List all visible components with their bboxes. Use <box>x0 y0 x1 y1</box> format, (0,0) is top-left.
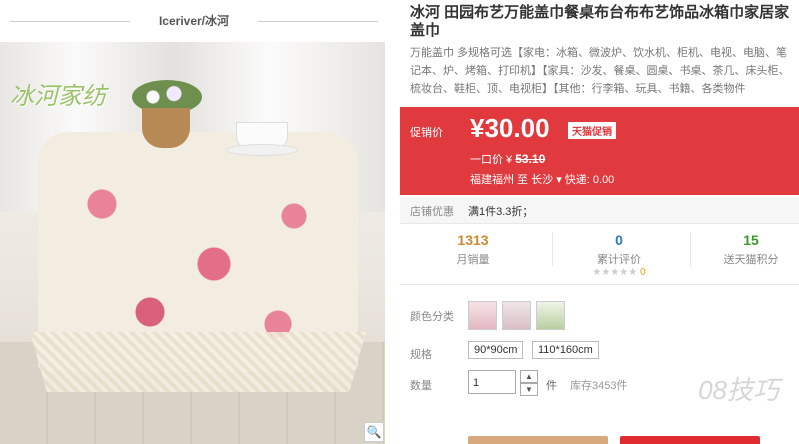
size-label: 规格 <box>410 349 432 361</box>
brand-header: Iceriver/冰河 <box>0 0 388 40</box>
basket <box>142 108 190 148</box>
reviews[interactable]: 0 累计评价 ★★★★★ 0 <box>564 232 674 278</box>
watermark: 08技巧 <box>698 375 779 405</box>
reviews-label: 累计评价 <box>597 254 641 266</box>
reviews-count: 0 <box>615 232 623 248</box>
points: 15 送天猫积分 <box>706 232 796 267</box>
size-option[interactable]: 110*160cm <box>532 341 599 359</box>
sales-label: 月销量 <box>456 254 490 266</box>
color-swatch-2[interactable] <box>502 301 531 330</box>
color-swatch-1[interactable] <box>468 301 497 330</box>
sales-count: 1313 <box>457 232 489 248</box>
ship-fee: 快递: 0.00 <box>564 174 615 186</box>
price-panel: 促销价 ¥30.00 天猫促销 一口价 ¥ 53.10 福建福州 至 长沙 ▾ … <box>400 107 799 195</box>
promo-price: ¥30.00 <box>470 113 550 143</box>
ship-to-select[interactable]: 长沙 ▾ <box>531 174 562 186</box>
add-to-cart-button[interactable] <box>620 436 760 444</box>
monthly-sales: 1313 月销量 <box>418 232 528 267</box>
buy-now-button[interactable] <box>468 436 608 444</box>
product-info: 冰河 田园布艺万能盖巾餐桌布台布布艺饰品冰箱巾家居家盖巾 万能盖巾 多规格可选【… <box>400 0 799 444</box>
stats-bar: 1313 月销量 0 累计评价 ★★★★★ 0 15 送天猫积分 <box>400 226 799 285</box>
points-count: 15 <box>743 232 759 248</box>
divider-line <box>10 21 130 22</box>
color-label: 颜色分类 <box>410 311 454 323</box>
lace-trim <box>30 332 366 392</box>
original-price-label: 一口价 ¥ <box>470 154 513 166</box>
brand-name: Iceriver/冰河 <box>158 14 230 28</box>
product-title: 冰河 田园布艺万能盖巾餐桌布台布布艺饰品冰箱巾家居家盖巾 <box>410 4 790 39</box>
decrement-button[interactable]: ▼ <box>520 383 538 396</box>
points-label: 送天猫积分 <box>723 254 779 266</box>
chevron-down-icon: ▾ <box>556 174 562 186</box>
brand-logo: 冰河家纺 <box>10 82 106 110</box>
product-gallery: Iceriver/冰河 冰河家纺 🔍 <box>0 0 388 444</box>
stock-info: 库存3453件 <box>570 380 628 392</box>
promo-label: 店铺优惠 <box>410 206 454 218</box>
quantity-unit: 件 <box>546 380 557 392</box>
divider <box>552 232 553 266</box>
promo-price-label: 促销价 <box>410 127 443 139</box>
original-price: 一口价 ¥ 53.10 <box>470 151 545 167</box>
divider <box>690 232 691 266</box>
product-image[interactable]: 冰河家纺 <box>0 42 385 444</box>
color-swatch-3[interactable] <box>536 301 565 330</box>
ship-from: 福建福州 至 <box>470 174 529 186</box>
divider-line <box>258 21 378 22</box>
quantity-input[interactable]: 1 <box>468 370 516 394</box>
saucer <box>226 144 298 156</box>
original-price-value: 53.10 <box>515 152 546 166</box>
increment-button[interactable]: ▲ <box>520 370 538 383</box>
promo-value: 满1件3.3折； <box>468 206 534 218</box>
magnifier-icon[interactable]: 🔍 <box>364 422 384 442</box>
promo-badge: 天猫促销 <box>568 122 616 139</box>
size-option[interactable]: 90*90cm <box>468 341 524 359</box>
quantity-label: 数量 <box>410 380 432 392</box>
shipping-info: 福建福州 至 长沙 ▾ 快递: 0.00 <box>470 171 614 187</box>
store-promo: 店铺优惠 满1件3.3折； <box>400 197 799 224</box>
star-rating-icon: ★★★★★ 0 <box>592 267 646 278</box>
product-subtitle: 万能盖巾 多规格可选【家电：冰箱、微波炉、饮水机、柜机、电视、电脑、笔记本、炉、… <box>410 47 790 95</box>
